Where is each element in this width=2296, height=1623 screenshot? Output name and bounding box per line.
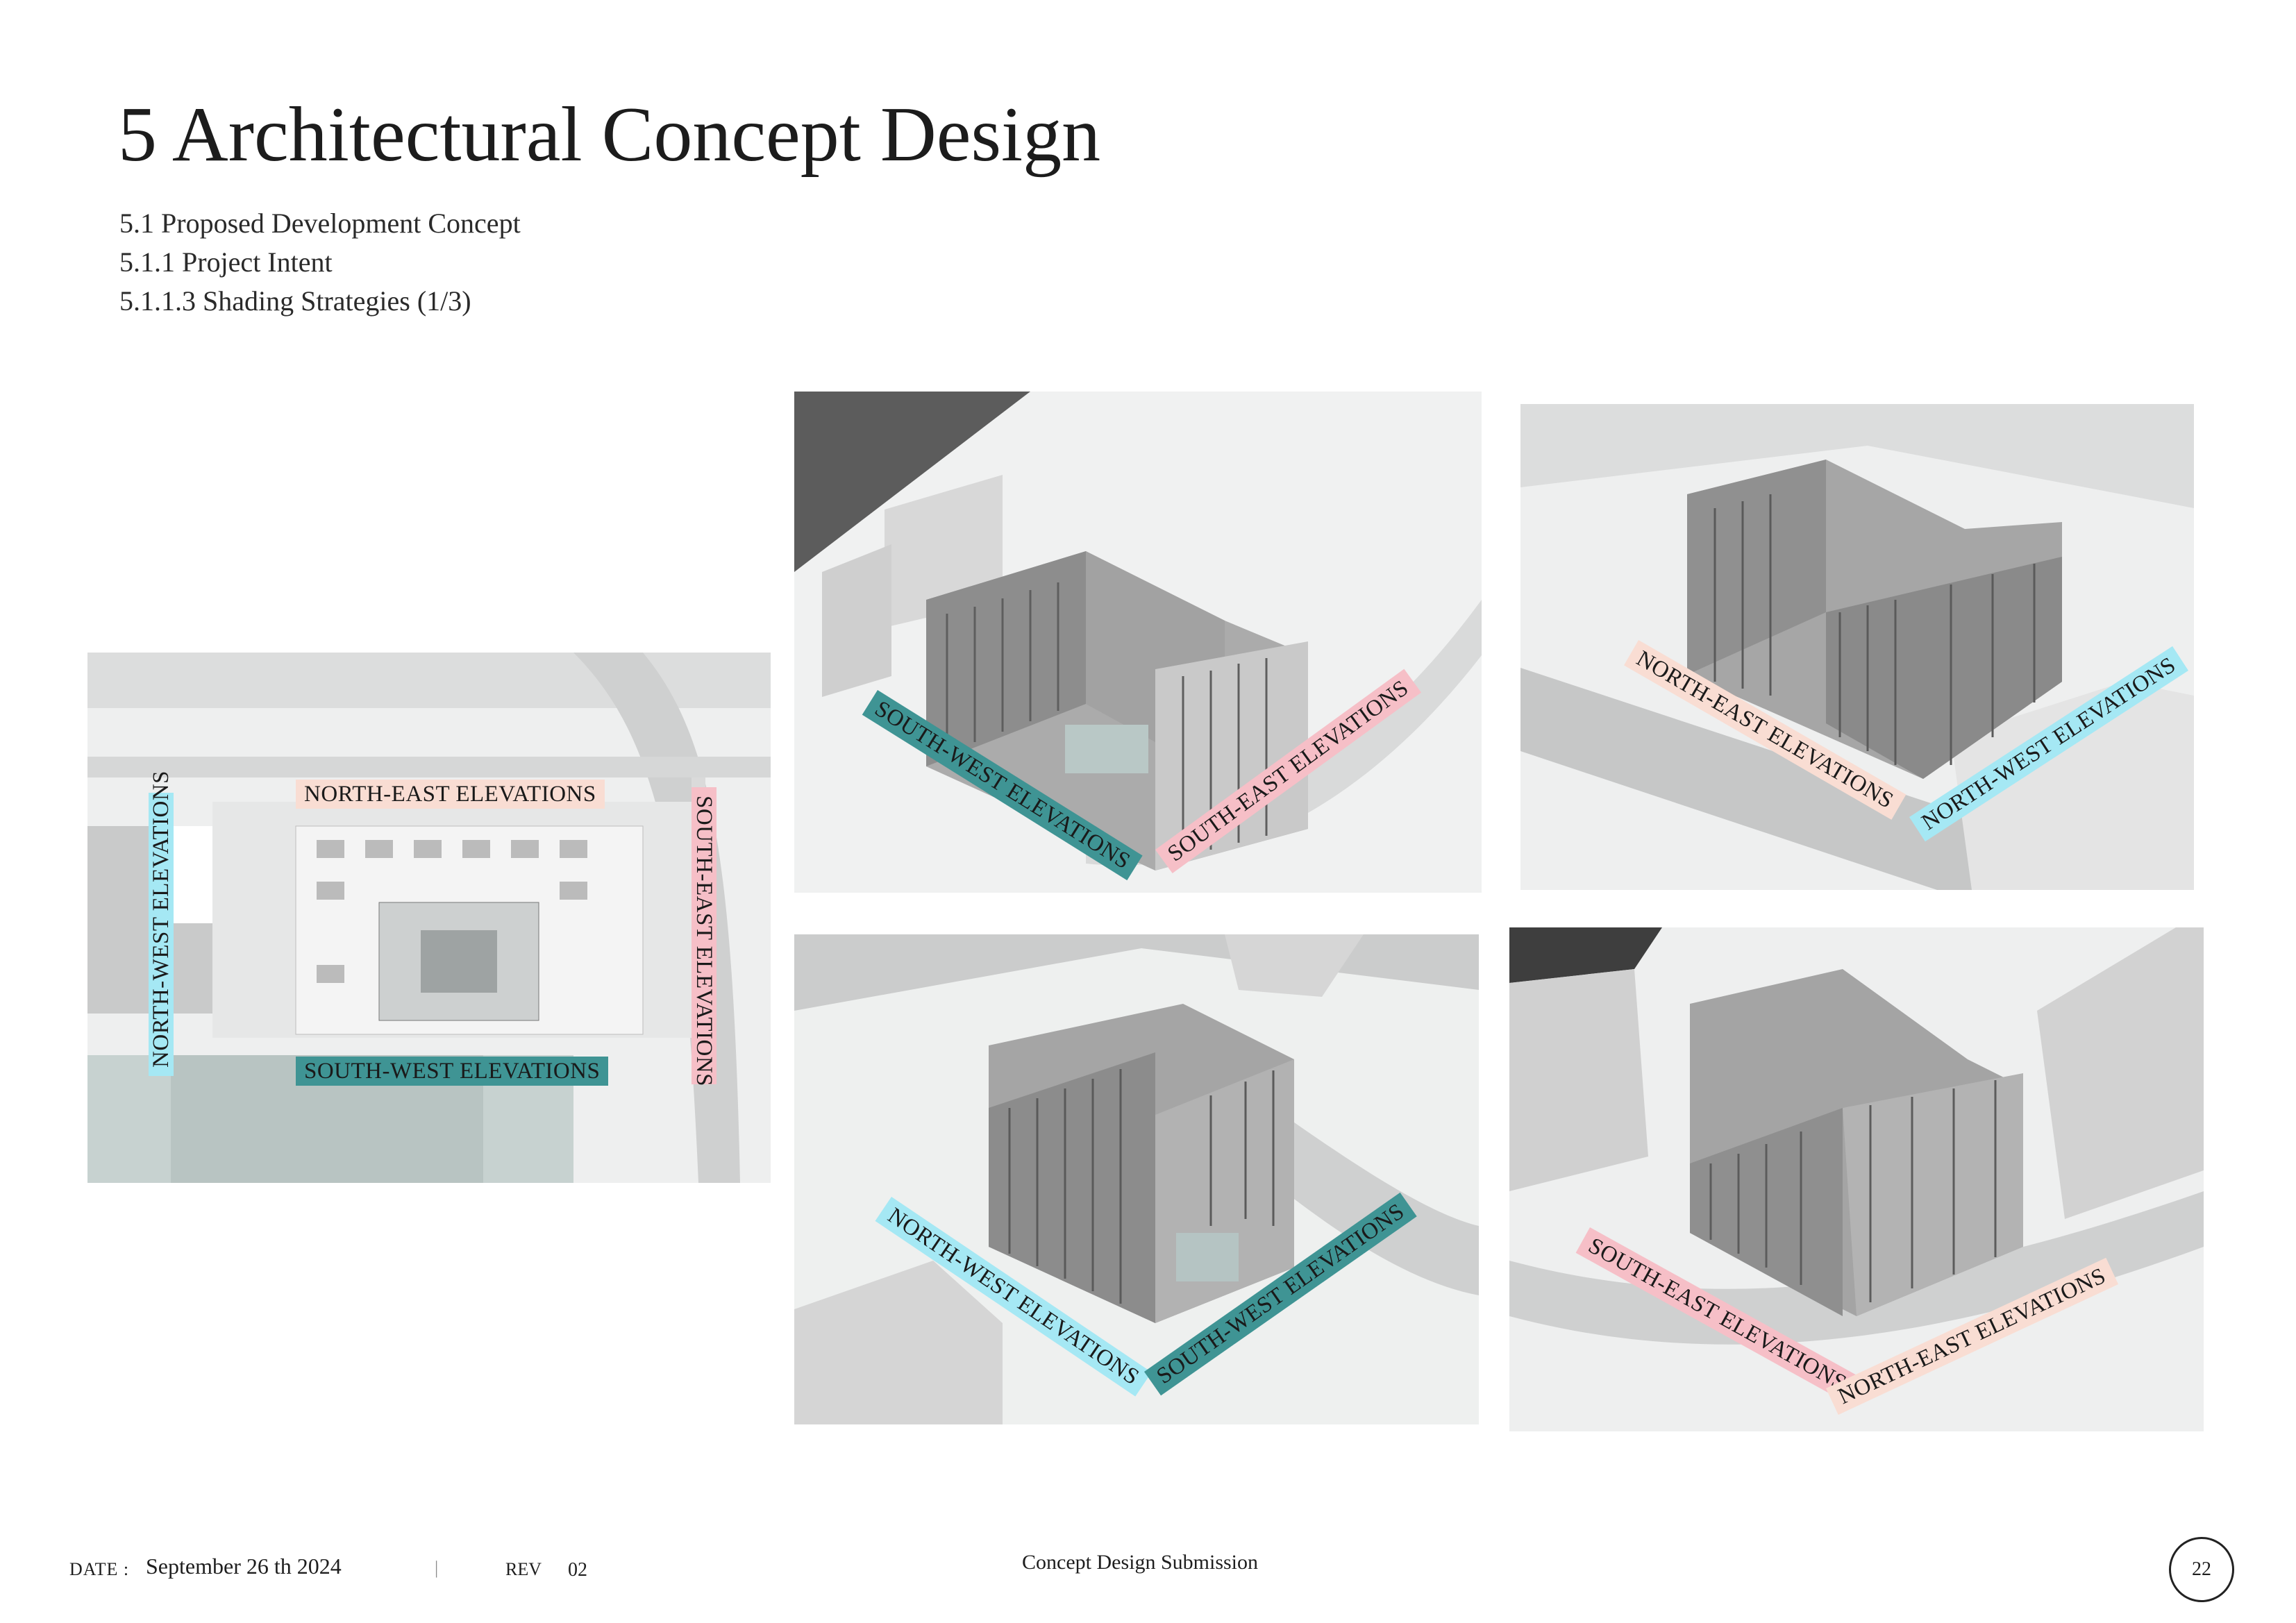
site-plan-label-north-east: NORTH-EAST ELEVATIONS: [296, 780, 605, 809]
revision-label: REV: [505, 1559, 542, 1579]
building-render-1: [794, 392, 1482, 893]
page-number: 22: [2192, 1558, 2211, 1580]
section-heading: 5.1 Proposed Development Concept: [119, 208, 521, 239]
site-plan-label-south-west: SOUTH-WEST ELEVATIONS: [296, 1057, 609, 1086]
site-plan-label-south-east: SOUTH-EAST ELEVATIONS: [692, 787, 717, 1086]
site-plan-drawing: [87, 653, 771, 1183]
building-render-2: [1520, 404, 2194, 890]
perspective-view-3: NORTH-WEST ELEVATIONS SOUTH-WEST ELEVATI…: [794, 934, 1479, 1424]
subsection-heading: 5.1.1 Project Intent: [119, 246, 333, 278]
perspective-view-2: NORTH-EAST ELEVATIONS NORTH-WEST ELEVATI…: [1520, 404, 2194, 890]
document-title: Concept Design Submission: [1022, 1551, 1259, 1574]
building-render-4: [1509, 927, 2204, 1431]
perspective-view-4: SOUTH-EAST ELEVATIONS NORTH-EAST ELEVATI…: [1509, 927, 2204, 1431]
page-title: 5 Architectural Concept Design: [118, 92, 1101, 178]
footer-separator: |: [435, 1558, 439, 1578]
site-plan: NORTH-EAST ELEVATIONS SOUTH-WEST ELEVATI…: [87, 653, 771, 1183]
perspective-view-1: SOUTH-WEST ELEVATIONS SOUTH-EAST ELEVATI…: [794, 392, 1482, 893]
date-label: DATE :: [69, 1559, 130, 1579]
site-plan-label-north-west: NORTH-WEST ELEVATIONS: [149, 771, 174, 1076]
page-number-badge: 22: [2169, 1537, 2234, 1602]
date-value: September 26 th 2024: [146, 1554, 342, 1579]
building-render-3: [794, 934, 1479, 1424]
revision-value: 02: [568, 1559, 587, 1581]
subsubsection-heading: 5.1.1.3 Shading Strategies (1/3): [119, 285, 471, 317]
